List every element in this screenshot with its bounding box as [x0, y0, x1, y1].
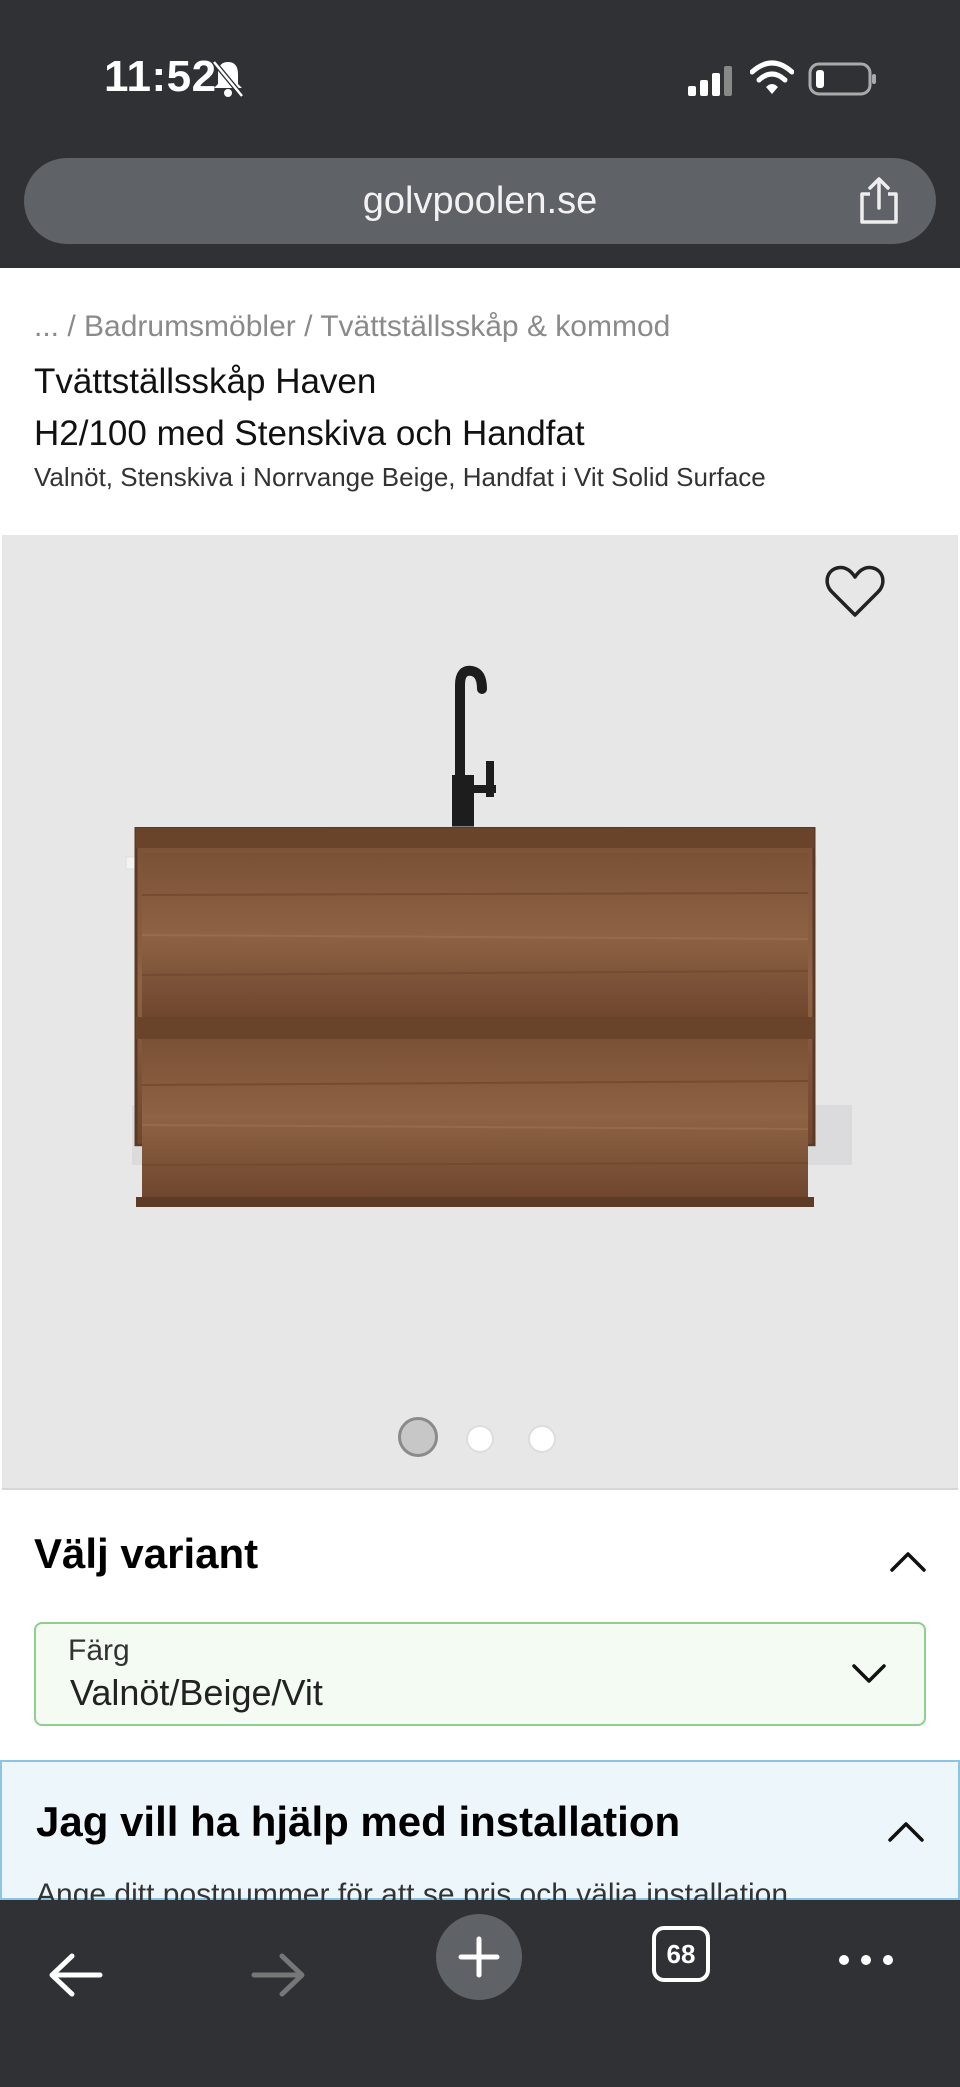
address-bar[interactable]: golvpoolen.se [24, 158, 936, 244]
variant-heading[interactable]: Välj variant [34, 1530, 258, 1578]
back-arrow-icon[interactable] [46, 1950, 106, 2000]
chevron-down-icon [852, 1664, 886, 1683]
product-title: Tvättställsskåp Haven H2/100 med Stenski… [34, 356, 934, 460]
browser-bottom-toolbar: 68 [0, 1900, 960, 2087]
share-icon[interactable] [856, 176, 902, 226]
product-gallery[interactable] [2, 535, 958, 1490]
breadcrumb[interactable]: ... / Badrumsmöbler / Tvättställsskåp & … [34, 310, 670, 344]
gallery-dot-2[interactable] [466, 1425, 494, 1453]
cellular-signal-icon [688, 66, 732, 96]
browser-top-chrome: 11:52 golvpoolen.se [0, 0, 960, 268]
more-options-icon[interactable] [836, 1950, 896, 1970]
gallery-dot-3[interactable] [528, 1425, 556, 1453]
battery-icon [808, 62, 876, 96]
silent-bell-icon [212, 60, 244, 98]
gallery-dot-1[interactable] [398, 1417, 438, 1457]
gallery-pagination [2, 1417, 958, 1461]
color-select[interactable]: Färg Valnöt/Beige/Vit [34, 1622, 926, 1726]
product-title-line2: H2/100 med Stenskiva och Handfat [34, 414, 585, 453]
url-text: golvpoolen.se [362, 180, 598, 222]
installation-panel: Jag vill ha hjälp med installation Ange … [0, 1760, 960, 1911]
plus-icon [458, 1936, 500, 1978]
wifi-icon [750, 60, 794, 94]
product-image [125, 665, 852, 1207]
color-select-label: Färg [68, 1634, 130, 1667]
collapse-variant-chevron-up-icon[interactable] [888, 1548, 928, 1574]
favorite-heart-icon[interactable] [824, 563, 886, 619]
collapse-installation-chevron-up-icon[interactable] [886, 1818, 926, 1844]
product-title-line1: Tvättställsskåp Haven [34, 362, 377, 401]
forward-arrow-icon[interactable] [248, 1950, 308, 2000]
tabs-count-button[interactable]: 68 [652, 1926, 710, 1982]
new-tab-button[interactable] [436, 1914, 522, 2000]
status-time: 11:52 [104, 52, 217, 101]
color-select-value: Valnöt/Beige/Vit [70, 1672, 323, 1713]
product-subtitle: Valnöt, Stenskiva i Norrvange Beige, Han… [34, 462, 766, 492]
installation-heading[interactable]: Jag vill ha hjälp med installation [36, 1798, 680, 1846]
